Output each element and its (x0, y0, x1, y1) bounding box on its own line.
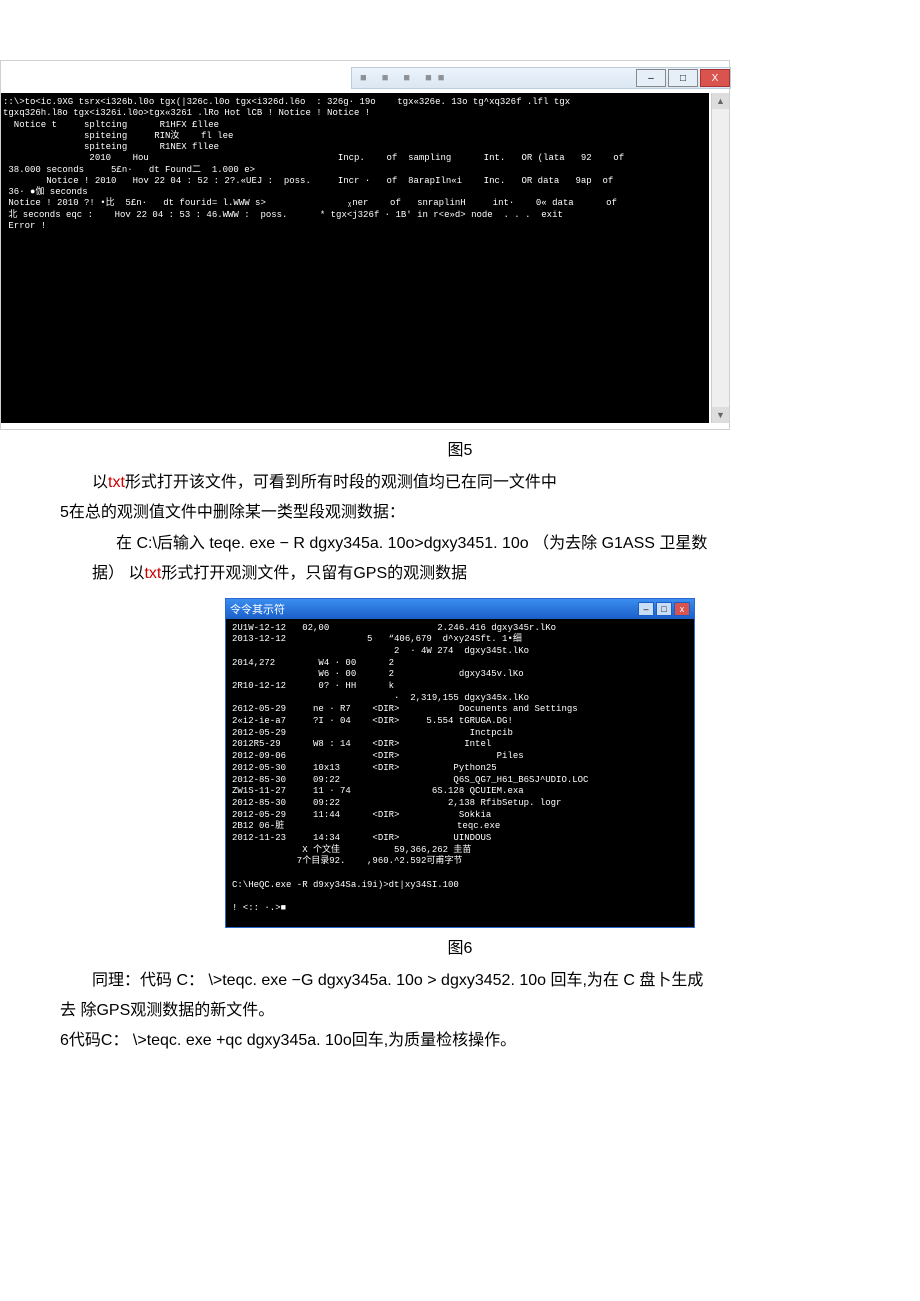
minimize-button[interactable]: – (638, 602, 654, 616)
maximize-button[interactable]: □ (668, 69, 698, 87)
paragraph-4b: 去 除GPS观测数据的新文件。 (60, 996, 860, 1026)
text: 据） 以 (92, 565, 144, 582)
text: 形式打开观测文件，只留有GPS的观测数据 (161, 565, 467, 582)
window6-titlebar: 令令其示符 – □ x (226, 599, 694, 619)
close-button[interactable]: x (674, 602, 690, 616)
paragraph-3a: 在 C:\后输入 teqe. exe − R dgxy345a. 10o>dgx… (60, 529, 860, 559)
paragraph-3b: 据） 以txt形式打开观测文件，只留有GPS的观测数据 (60, 559, 860, 589)
window5-titlebar: ■ ■ ■ ■■ – □ X (351, 67, 731, 89)
paragraph-5: 6代码C： \>teqc. exe +qc dgxy345a. 10o回车,为质… (60, 1026, 860, 1056)
terminal5-output: ::\>to<ic.9XG tsrx<i326b.l0o tgx(|326c.l… (1, 93, 709, 423)
maximize-button[interactable]: □ (656, 602, 672, 616)
terminal6-output: 2U1W-12-12 02,00 2.246.416 dgxy345r.lKo … (226, 619, 694, 927)
close-button[interactable]: X (700, 69, 730, 87)
figure6-caption: 图6 (60, 934, 860, 958)
figure5-caption: 图5 (60, 436, 860, 460)
paragraph-1: 以txt形式打开该文件，可看到所有时段的观测值均已在同一文件中 (60, 468, 860, 498)
text-red: txt (108, 474, 125, 491)
minimize-button[interactable]: – (636, 69, 666, 87)
window6-title: 令令其示符 (230, 601, 285, 617)
window5-buttons: – □ X (634, 69, 730, 87)
figure6-window: 令令其示符 – □ x 2U1W-12-12 02,00 2.246.416 d… (225, 598, 695, 928)
window5-body: ::\>to<ic.9XG tsrx<i326b.l0o tgx(|326c.l… (1, 93, 729, 429)
text: 以 (92, 474, 108, 491)
scrollbar[interactable] (711, 93, 729, 423)
text: 形式打开该文件，可看到所有时段的观测值均已在同一文件中 (125, 474, 557, 491)
figure5-window: ■ ■ ■ ■■ – □ X ::\>to<ic.9XG tsrx<i326b.… (0, 60, 730, 430)
text-red: txt (144, 565, 161, 582)
window6-buttons: – □ x (636, 602, 690, 616)
paragraph-4a: 同理：代码 C： \>teqc. exe −G dgxy345a. 10o > … (60, 966, 860, 996)
window5-menubar[interactable]: ■ ■ ■ ■■ (352, 72, 634, 84)
paragraph-2: 5在总的观测值文件中删除某一类型段观测数据： (60, 498, 860, 528)
